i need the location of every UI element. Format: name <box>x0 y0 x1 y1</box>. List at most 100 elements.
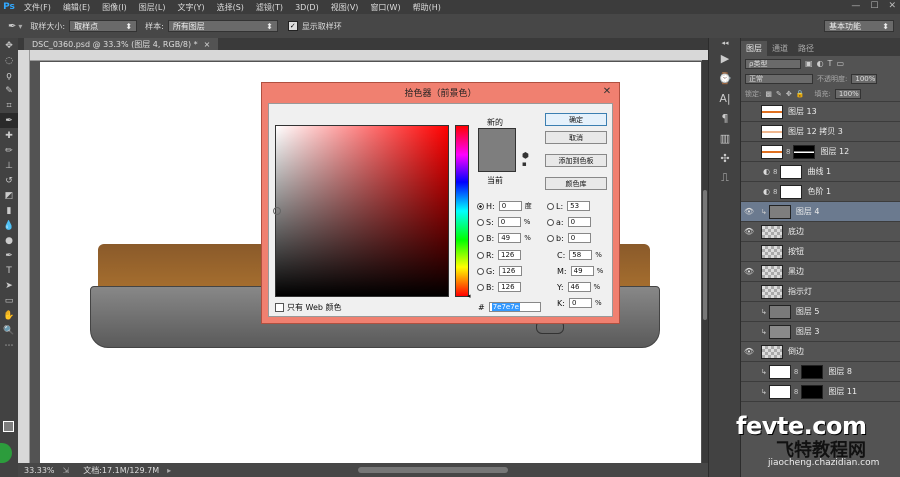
clone-stamp-icon[interactable]: ⊥ <box>0 158 18 173</box>
brightness-input[interactable]: 49 <box>498 233 522 243</box>
yellow-input[interactable]: 46 <box>567 282 591 292</box>
layer-row[interactable]: 图层 13 <box>741 102 900 122</box>
document-info[interactable]: 文档:17.1M/129.7M <box>83 465 159 476</box>
layer-row[interactable]: ↳ 8 图层 8 <box>741 362 900 382</box>
brush-tool-icon[interactable]: ✏ <box>0 143 18 158</box>
a-radio[interactable] <box>547 218 554 226</box>
zoom-tool-icon[interactable]: 🔍 <box>0 323 18 338</box>
menu-layer[interactable]: 图层(L) <box>133 2 172 13</box>
menu-filter[interactable]: 滤镜(T) <box>250 2 289 13</box>
b-input[interactable]: 0 <box>567 233 591 243</box>
fill-field[interactable]: 100% <box>834 88 861 99</box>
filter-type-icon[interactable]: T <box>828 59 833 68</box>
red-input[interactable]: 126 <box>498 250 522 260</box>
filter-pixel-icon[interactable]: ▣ <box>805 59 813 68</box>
menu-type[interactable]: 文字(Y) <box>171 2 210 13</box>
brightness-radio[interactable] <box>477 234 484 242</box>
close-icon[interactable]: ✕ <box>888 1 896 11</box>
zoom-level[interactable]: 33.33% <box>24 466 55 475</box>
layer-row[interactable]: ◐ 8 曲线 1 <box>741 162 900 182</box>
web-only-checkbox[interactable] <box>275 303 284 312</box>
crop-tool-icon[interactable]: ⌗ <box>0 98 18 113</box>
pen-tool-icon[interactable]: ✒ <box>0 248 18 263</box>
current-color-swatch[interactable] <box>479 150 515 171</box>
gradient-tool-icon[interactable]: ▮ <box>0 203 18 218</box>
hand-tool-icon[interactable]: ✋ <box>0 308 18 323</box>
history-icon[interactable]: ⌚ <box>709 68 741 88</box>
layer-row-selected[interactable]: 👁 ↳ 图层 4 <box>741 202 900 222</box>
eyedropper-tool-icon[interactable]: ✒ <box>0 113 18 128</box>
collapse-panels-icon[interactable]: ◂◂ <box>709 38 741 48</box>
cancel-button[interactable]: 取消 <box>545 131 607 144</box>
hue-slider-arrow-icon[interactable]: ◂ <box>467 292 471 300</box>
blue-input[interactable]: 126 <box>498 282 522 292</box>
layer-row[interactable]: 👁 黑边 <box>741 262 900 282</box>
dialog-close-button[interactable]: ✕ <box>599 86 615 98</box>
lock-transparent-icon[interactable]: ▩ <box>765 90 772 98</box>
more-tools-icon[interactable]: ⋯ <box>0 338 18 353</box>
dialog-title[interactable]: 拾色器（前景色） <box>262 83 619 101</box>
shape-tool-icon[interactable]: ▭ <box>0 293 18 308</box>
play-actions-icon[interactable]: ▶ <box>709 48 741 68</box>
menu-image[interactable]: 图像(I) <box>96 2 133 13</box>
lock-move-icon[interactable]: ✥ <box>786 90 792 98</box>
color-marker[interactable] <box>273 207 281 215</box>
layer-row[interactable]: ↳ 8 图层 11 <box>741 382 900 402</box>
layer-kind-filter[interactable]: ρ类型 <box>745 58 801 69</box>
menu-window[interactable]: 窗口(W) <box>364 2 406 13</box>
tab-channels[interactable]: 通道 <box>767 41 793 56</box>
character-icon[interactable]: A| <box>709 88 741 108</box>
lasso-tool-icon[interactable]: ϙ <box>0 68 18 83</box>
eye-icon[interactable]: 👁 <box>741 227 757 236</box>
menu-edit[interactable]: 编辑(E) <box>57 2 96 13</box>
web-colors-only[interactable]: 只有 Web 颜色 <box>275 302 342 313</box>
a-input[interactable]: 0 <box>567 217 591 227</box>
hue-radio[interactable] <box>477 202 484 210</box>
layer-row[interactable]: 按钮 <box>741 242 900 262</box>
hex-input[interactable]: 7e7e7e <box>488 302 541 312</box>
blur-tool-icon[interactable]: 💧 <box>0 218 18 233</box>
tab-close-icon[interactable]: × <box>204 40 211 49</box>
magenta-input[interactable]: 49 <box>570 266 594 276</box>
workspace-dropdown[interactable]: 基本功能 ⬍ <box>824 20 894 32</box>
layer-row[interactable]: ↳ 图层 5 <box>741 302 900 322</box>
eye-icon[interactable]: 👁 <box>741 347 757 356</box>
black-input[interactable]: 0 <box>568 298 592 308</box>
cube-icon[interactable]: ⬢ <box>522 151 529 160</box>
chevron-right-icon[interactable]: ▸ <box>167 466 171 475</box>
tab-layers[interactable]: 图层 <box>741 41 767 56</box>
hue-slider[interactable] <box>455 125 469 297</box>
layer-row[interactable]: 图层 12 拷贝 3 <box>741 122 900 142</box>
ok-button[interactable]: 确定 <box>545 113 607 126</box>
horizontal-scrollbar[interactable] <box>358 467 508 473</box>
cyan-input[interactable]: 58 <box>569 250 593 260</box>
sample-dropdown[interactable]: 所有图层 ⬍ <box>167 20 278 32</box>
path-select-icon[interactable]: ➤ <box>0 278 18 293</box>
extension-icon[interactable] <box>0 443 12 463</box>
dodge-tool-icon[interactable]: ● <box>0 233 18 248</box>
filter-adjust-icon[interactable]: ◐ <box>817 59 824 68</box>
eye-icon[interactable]: 👁 <box>741 207 757 216</box>
tool-preset-icon[interactable]: ⎍ <box>709 168 741 188</box>
eye-icon[interactable]: 👁 <box>741 267 757 276</box>
add-to-swatches-button[interactable]: 添加到色板 <box>545 154 607 167</box>
move-tool-icon[interactable]: ✥ <box>0 38 18 53</box>
foreground-color-swatch[interactable] <box>3 421 14 432</box>
type-tool-icon[interactable]: T <box>0 263 18 278</box>
menu-3d[interactable]: 3D(D) <box>289 3 325 12</box>
history-brush-icon[interactable]: ↺ <box>0 173 18 188</box>
layer-row[interactable]: 指示灯 <box>741 282 900 302</box>
export-icon[interactable]: ⇲ <box>63 466 70 475</box>
brush-preset-icon[interactable]: ▥ <box>709 128 741 148</box>
color-libraries-button[interactable]: 颜色库 <box>545 177 607 190</box>
menu-view[interactable]: 视图(V) <box>325 2 365 13</box>
document-tab[interactable]: DSC_0360.psd @ 33.3% (图层 4, RGB/8) * × <box>24 38 219 50</box>
red-radio[interactable] <box>477 251 484 259</box>
layer-row[interactable]: 8 图层 12 <box>741 142 900 162</box>
eyedropper-tool-icon[interactable]: ✒ <box>8 21 16 32</box>
chevron-down-icon[interactable]: ▾ <box>18 22 22 31</box>
layer-row[interactable]: ◐ 8 色阶 1 <box>741 182 900 202</box>
green-input[interactable]: 126 <box>498 266 522 276</box>
tab-paths[interactable]: 路径 <box>793 41 819 56</box>
layer-row[interactable]: ↳ 图层 3 <box>741 322 900 342</box>
